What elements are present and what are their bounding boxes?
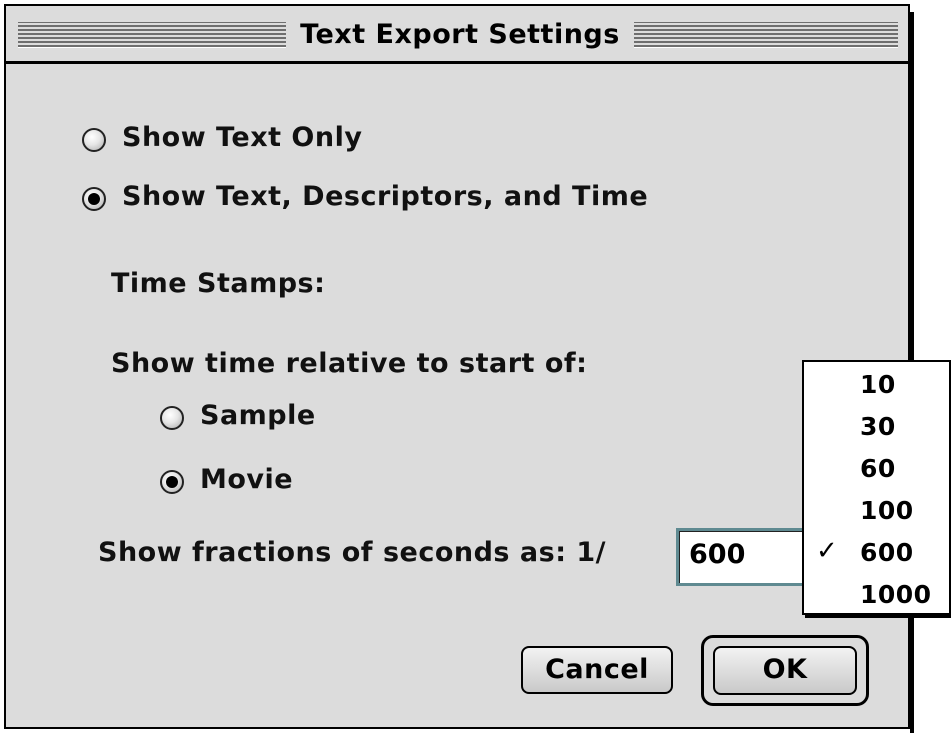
fractions-label: Show fractions of seconds as: 1/	[98, 537, 607, 568]
ok-button[interactable]: OK	[713, 646, 857, 695]
title-bar-stripes-left	[18, 22, 286, 48]
popup-item-10[interactable]: 10	[860, 370, 896, 399]
popup-item-60[interactable]: 60	[860, 454, 896, 483]
fractions-input[interactable]: 600	[676, 528, 807, 586]
title-bar[interactable]: Text Export Settings	[6, 6, 908, 64]
sample-label[interactable]: Sample	[200, 400, 316, 431]
ok-button-default-ring: OK	[701, 635, 869, 706]
checkmark-icon: ✓	[816, 536, 838, 566]
popup-item-100[interactable]: 100	[860, 496, 914, 525]
window-title: Text Export Settings	[300, 19, 620, 50]
sample-radio[interactable]	[160, 406, 184, 430]
movie-label[interactable]: Movie	[200, 464, 293, 495]
fractions-popup-menu[interactable]: 10 30 60 100 ✓ 600 1000	[802, 360, 951, 615]
time-stamps-heading: Time Stamps:	[111, 268, 326, 299]
popup-item-30[interactable]: 30	[860, 412, 896, 441]
popup-item-1000[interactable]: 1000	[860, 580, 932, 609]
show-text-descriptors-time-label[interactable]: Show Text, Descriptors, and Time	[122, 181, 648, 212]
relative-to-label: Show time relative to start of:	[111, 348, 588, 379]
fractions-input-value: 600	[689, 539, 746, 570]
movie-radio[interactable]	[160, 470, 184, 494]
cancel-button[interactable]: Cancel	[521, 646, 673, 694]
title-bar-stripes-right	[634, 22, 898, 48]
dialog-window: Text Export Settings Show Text Only Show…	[4, 4, 914, 733]
show-text-only-radio[interactable]	[82, 128, 106, 152]
popup-item-600[interactable]: 600	[860, 538, 914, 567]
show-text-descriptors-time-radio[interactable]	[82, 187, 106, 211]
show-text-only-label[interactable]: Show Text Only	[122, 122, 362, 153]
